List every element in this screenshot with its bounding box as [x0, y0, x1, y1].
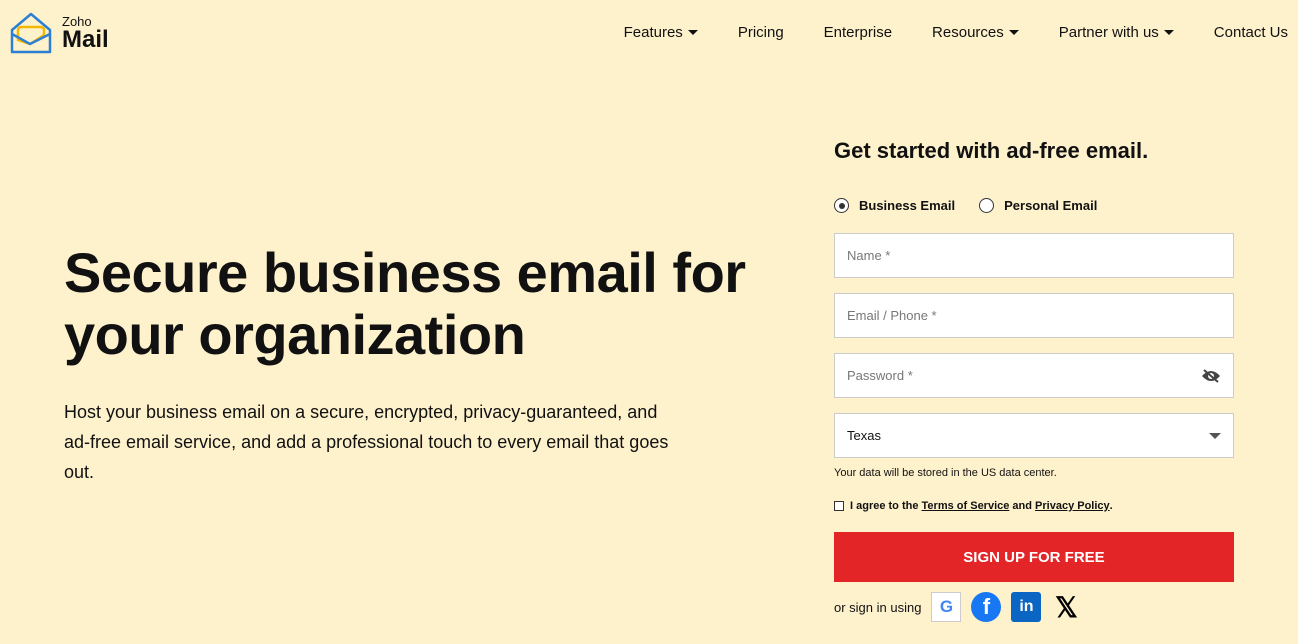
email-phone-input[interactable]: Email / Phone *	[834, 293, 1234, 338]
radio-label: Business Email	[859, 198, 956, 213]
nav-pricing[interactable]: Pricing	[738, 24, 784, 41]
privacy-link[interactable]: Privacy Policy	[1035, 500, 1110, 512]
dropdown-arrow-icon	[1209, 432, 1221, 439]
selected-value: Texas	[847, 428, 881, 443]
signup-form: Get started with ad-free email. Business…	[834, 138, 1234, 623]
logo-mail: Mail	[62, 25, 109, 53]
nav-enterprise[interactable]: Enterprise	[824, 24, 892, 41]
radio-unchecked-icon	[979, 198, 995, 213]
password-input[interactable]: Password *	[834, 353, 1234, 398]
nav-label: Enterprise	[823, 24, 893, 41]
nav-label: Contact Us	[1213, 24, 1288, 41]
nav-label: Partner with us	[1058, 24, 1159, 41]
main-nav: Features Pricing Enterprise Resources Pa…	[584, 24, 1288, 41]
name-input[interactable]: Name *	[834, 233, 1234, 278]
radio-business-email[interactable]: Business Email	[834, 198, 955, 213]
nav-resources[interactable]: Resources	[932, 24, 1019, 41]
nav-contact[interactable]: Contact Us	[1214, 24, 1288, 41]
hero-description: Host your business email on a secure, en…	[64, 402, 669, 482]
x-twitter-icon[interactable]: 𝕏	[1051, 592, 1081, 623]
agree-text: I agree to the	[850, 500, 922, 512]
mail-envelope-icon	[10, 12, 52, 54]
agree-checkbox[interactable]	[834, 501, 844, 511]
agree-text: .	[1109, 500, 1113, 512]
data-center-note: Your data will be stored in the US data …	[834, 467, 1057, 479]
region-select[interactable]: Texas	[834, 413, 1234, 458]
radio-checked-icon	[834, 198, 849, 213]
hero-title: Secure business email for your organizat…	[64, 241, 746, 366]
placeholder: Email / Phone *	[847, 308, 937, 323]
nav-label: Resources	[932, 24, 1004, 41]
radio-label: Personal Email	[1004, 198, 1098, 213]
placeholder: Password *	[847, 368, 913, 383]
nav-label: Pricing	[737, 24, 784, 41]
nav-label: Features	[623, 24, 683, 41]
nav-partner[interactable]: Partner with us	[1059, 24, 1174, 41]
agree-text: and	[1009, 500, 1036, 512]
caret-down-icon	[687, 30, 698, 35]
signup-button[interactable]: SIGN UP FOR FREE	[834, 532, 1234, 582]
eye-slash-icon[interactable]	[1201, 368, 1221, 383]
google-icon[interactable]: G	[931, 592, 962, 622]
caret-down-icon	[1163, 30, 1174, 35]
placeholder: Name *	[847, 248, 891, 263]
nav-features[interactable]: Features	[624, 24, 698, 41]
social-label: or sign in using	[834, 599, 922, 615]
caret-down-icon	[1008, 30, 1019, 35]
zoho-mail-logo[interactable]: Zoho Mail	[8, 10, 109, 56]
form-title: Get started with ad-free email.	[834, 138, 1149, 163]
radio-personal-email[interactable]: Personal Email	[979, 198, 1097, 213]
terms-link[interactable]: Terms of Service	[922, 500, 1010, 512]
linkedin-icon[interactable]: in	[1011, 592, 1042, 622]
facebook-icon[interactable]: f	[971, 592, 1002, 622]
